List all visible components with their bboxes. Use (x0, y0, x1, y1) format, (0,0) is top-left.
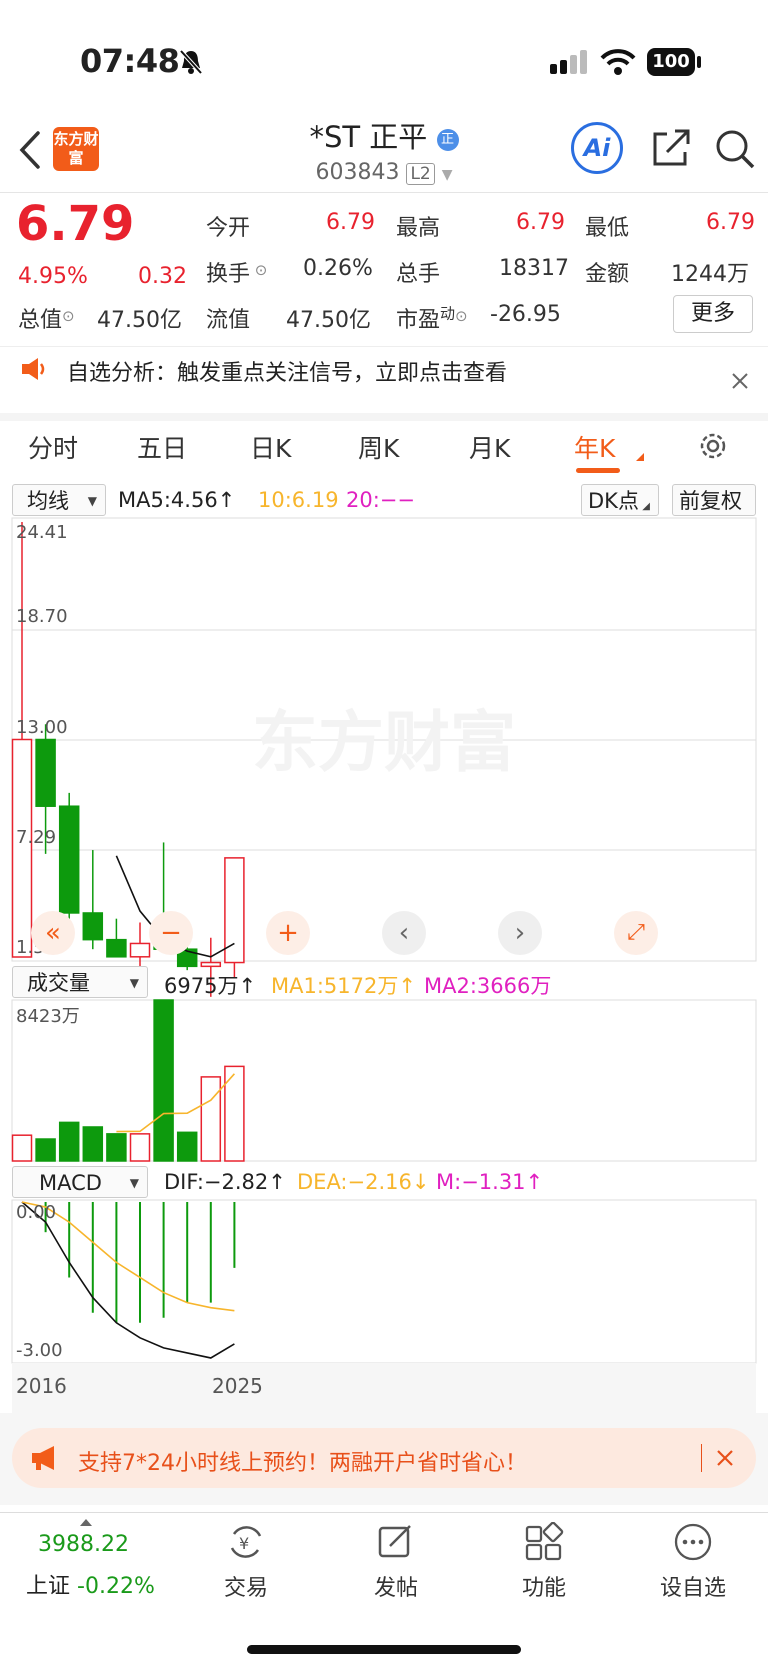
zoom-in-button[interactable]: + (266, 911, 310, 955)
index-value[interactable]: 3988.22 (38, 1532, 129, 1557)
post-edit-icon[interactable] (376, 1522, 416, 1562)
macd-top-label: 0.00 (16, 1202, 57, 1223)
candle-body (129, 942, 151, 958)
macd-dea: DEA:−2.16↓ (297, 1170, 430, 1194)
nav-trade[interactable]: 交易 (206, 1570, 286, 1602)
macd-panel-frame (11, 1199, 757, 1364)
y-axis-label: 18.70 (16, 606, 68, 627)
x-axis-band (12, 1363, 756, 1413)
fullscreen-icon[interactable]: ⤢ (614, 911, 658, 955)
more-dots-icon[interactable] (673, 1522, 713, 1562)
promo-text[interactable]: 支持7*24小时线上预约！两融开户省时省心！ (78, 1445, 527, 1477)
index-ticker[interactable]: 上证 -0.22% (26, 1568, 155, 1600)
macd-m: M:−1.31↑ (436, 1170, 544, 1194)
home-indicator (247, 1645, 521, 1654)
dif-line (21, 1201, 235, 1359)
volume-ma2: MA2:3666万 (424, 974, 552, 998)
pan-left-fast-button[interactable]: « (31, 911, 75, 955)
zoom-out-button[interactable]: − (149, 911, 193, 955)
candle-body (106, 938, 127, 958)
banner-divider (701, 1444, 702, 1472)
candle-body (200, 961, 222, 968)
watermark: 东方财富 (252, 704, 516, 781)
svg-text:¥: ¥ (239, 1534, 249, 1553)
chevron-down-icon: ▼ (129, 976, 139, 990)
functions-grid-icon[interactable] (524, 1522, 564, 1562)
pan-left-button[interactable]: ‹ (382, 911, 426, 955)
candle-body (58, 805, 80, 914)
candle-body (82, 912, 104, 941)
volume-bar (106, 1133, 127, 1162)
y-axis-label: 7.29 (16, 827, 57, 848)
volume-bar (176, 1131, 198, 1162)
megaphone-icon (32, 1446, 54, 1470)
volume-current: 6975万↑ (164, 974, 257, 998)
nav-add-watchlist[interactable]: 设自选 (648, 1570, 738, 1602)
volume-bar (35, 1138, 56, 1162)
caret-up-icon (80, 1519, 92, 1526)
volume-bar (58, 1121, 80, 1162)
nav-functions[interactable]: 功能 (504, 1570, 584, 1602)
candle-body (35, 738, 56, 807)
kline-chart[interactable]: 东方财富 (0, 0, 768, 1420)
trade-icon[interactable]: ¥ (226, 1522, 266, 1562)
macd-dif: DIF:−2.82↑ (164, 1170, 286, 1194)
y-axis-label: 24.41 (16, 522, 68, 543)
candle-body (11, 738, 33, 958)
macd-indicator-select[interactable]: MACD ▼ (12, 1166, 148, 1198)
volume-bar (82, 1126, 104, 1162)
x-axis-end-label: 2025 (212, 1374, 263, 1398)
volume-ma1: MA1:5172万↑ (271, 974, 416, 998)
volume-bar (200, 1076, 222, 1162)
volume-bar (129, 1133, 151, 1162)
close-icon[interactable] (716, 1449, 734, 1467)
x-axis-start-label: 2016 (16, 1374, 67, 1398)
y-axis-label: 13.00 (16, 717, 68, 738)
nav-post[interactable]: 发帖 (356, 1570, 436, 1602)
volume-max-label: 8423万 (16, 1006, 80, 1027)
macd-bottom-label: -3.00 (16, 1340, 63, 1361)
volume-bar (11, 1134, 33, 1162)
chevron-down-icon: ▼ (129, 1176, 139, 1190)
volume-bar (153, 999, 174, 1162)
divider (0, 1512, 768, 1513)
volume-indicator-select[interactable]: 成交量 ▼ (12, 966, 148, 998)
pan-right-button[interactable]: › (498, 911, 542, 955)
